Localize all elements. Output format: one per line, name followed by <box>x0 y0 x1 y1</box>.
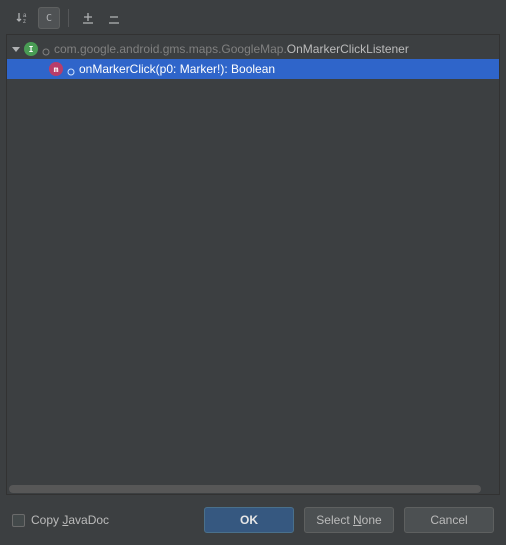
class-filter-icon: C <box>46 13 52 24</box>
ok-button[interactable]: OK <box>204 507 294 533</box>
dialog-footer: Copy JavaDoc OK Select None Cancel <box>6 495 500 539</box>
cancel-button[interactable]: Cancel <box>404 507 494 533</box>
svg-text:z: z <box>23 19 26 25</box>
member-tree-panel: I com.google.android.gms.maps.GoogleMap.… <box>6 34 500 495</box>
abstract-badge-icon <box>42 45 50 53</box>
method-signature: onMarkerClick(p0: Marker!): Boolean <box>79 62 275 76</box>
tree-method-item[interactable]: m onMarkerClick(p0: Marker!): Boolean <box>7 59 499 79</box>
expand-all-icon <box>81 11 95 25</box>
horizontal-scrollbar[interactable] <box>7 484 499 494</box>
tree-root-interface[interactable]: I com.google.android.gms.maps.GoogleMap.… <box>7 39 499 59</box>
scrollbar-thumb[interactable] <box>9 485 481 493</box>
sort-alpha-icon: az <box>16 11 30 25</box>
copy-javadoc-label: Copy JavaDoc <box>31 513 109 527</box>
abstract-badge-icon <box>67 65 75 73</box>
select-none-label: Select None <box>316 513 381 527</box>
interface-qualified-name: com.google.android.gms.maps.GoogleMap.On… <box>54 42 409 56</box>
collapse-all-button[interactable] <box>103 7 125 29</box>
checkbox-box-icon <box>12 514 25 527</box>
chevron-down-icon <box>11 44 21 54</box>
expand-all-button[interactable] <box>77 7 99 29</box>
copy-javadoc-checkbox[interactable]: Copy JavaDoc <box>12 513 109 527</box>
ok-label: OK <box>240 513 258 527</box>
select-none-button[interactable]: Select None <box>304 507 394 533</box>
interface-icon: I <box>24 42 38 56</box>
method-icon: m <box>49 62 63 76</box>
toolbar-separator <box>68 9 69 27</box>
member-tree[interactable]: I com.google.android.gms.maps.GoogleMap.… <box>7 35 499 79</box>
show-classes-button[interactable]: C <box>38 7 60 29</box>
collapse-all-icon <box>107 11 121 25</box>
toolbar: az C <box>6 6 500 34</box>
cancel-label: Cancel <box>430 513 467 527</box>
sort-alphabetically-button[interactable]: az <box>12 7 34 29</box>
